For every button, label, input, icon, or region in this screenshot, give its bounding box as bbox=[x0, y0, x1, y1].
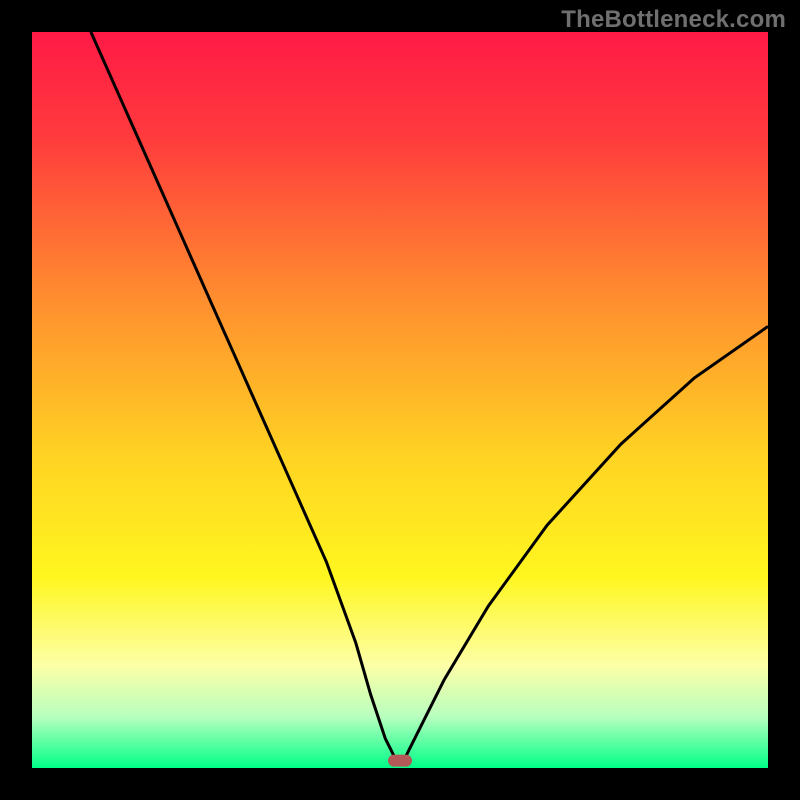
chart-plot bbox=[32, 32, 768, 768]
gradient-background bbox=[32, 32, 768, 768]
optimum-marker bbox=[388, 755, 412, 767]
chart-frame: TheBottleneck.com bbox=[0, 0, 800, 800]
watermark-text: TheBottleneck.com bbox=[561, 6, 786, 34]
chart-svg bbox=[32, 32, 768, 768]
